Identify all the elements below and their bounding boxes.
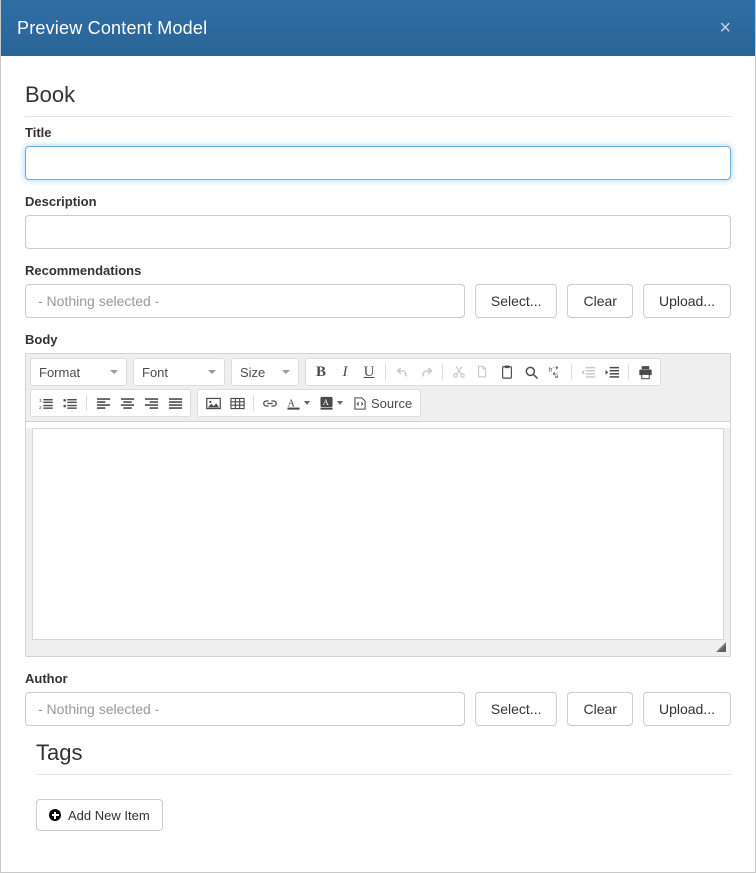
replace-icon[interactable]: b a (543, 361, 567, 383)
dialog-title: Preview Content Model (17, 18, 207, 39)
chevron-down-icon (337, 401, 343, 405)
rich-text-editor: Format Font Size (25, 353, 731, 657)
background-color-icon[interactable]: A (315, 392, 348, 414)
size-dropdown[interactable]: Size (231, 358, 299, 386)
author-select-button[interactable]: Select... (475, 692, 558, 726)
align-center-icon[interactable] (115, 392, 139, 414)
author-label: Author (25, 671, 731, 686)
author-upload-button[interactable]: Upload... (643, 692, 731, 726)
add-new-item-button[interactable]: Add New Item (36, 799, 163, 831)
recommendations-input[interactable] (25, 284, 465, 318)
undo-icon[interactable] (390, 361, 414, 383)
chevron-down-icon (208, 370, 216, 374)
svg-text:A: A (323, 397, 329, 406)
editor-content-shell (26, 428, 730, 656)
insert-group: A A (197, 389, 421, 417)
image-icon[interactable] (201, 392, 225, 414)
field-recommendations: Recommendations Select... Clear Upload..… (25, 263, 731, 318)
italic-icon[interactable]: I (333, 361, 357, 383)
dialog-header: Preview Content Model × (1, 0, 755, 56)
align-left-icon[interactable] (91, 392, 115, 414)
recommendations-upload-button[interactable]: Upload... (643, 284, 731, 318)
field-body: Body Format Font Siz (25, 332, 731, 657)
description-input[interactable] (25, 215, 731, 249)
toolbar-separator (86, 395, 87, 411)
preview-content-model-dialog: Preview Content Model × Book Title Descr… (0, 0, 756, 873)
editor-toolbar-row-2: 1 2 (30, 389, 726, 417)
toolbar-separator (385, 364, 386, 380)
author-input[interactable] (25, 692, 465, 726)
print-icon[interactable] (633, 361, 657, 383)
chevron-down-icon (304, 401, 310, 405)
justify-icon[interactable] (163, 392, 187, 414)
svg-text:b: b (548, 366, 552, 373)
underline-icon[interactable]: U (357, 361, 381, 383)
copy-icon[interactable] (471, 361, 495, 383)
chevron-down-icon (110, 370, 118, 374)
numbered-list-icon[interactable]: 1 2 (34, 392, 58, 414)
source-button[interactable]: Source (348, 392, 417, 414)
format-dropdown[interactable]: Format (30, 358, 127, 386)
format-dropdown-label: Format (39, 365, 80, 380)
size-dropdown-label: Size (240, 365, 265, 380)
toolbar-separator (628, 364, 629, 380)
author-clear-button[interactable]: Clear (567, 692, 632, 726)
outdent-icon[interactable] (576, 361, 600, 383)
recommendations-label: Recommendations (25, 263, 731, 278)
field-description: Description (25, 194, 731, 249)
toolbar-separator (442, 364, 443, 380)
table-icon[interactable] (225, 392, 249, 414)
find-icon[interactable] (519, 361, 543, 383)
chevron-down-icon (282, 370, 290, 374)
editor-toolbar-row-1: Format Font Size (30, 358, 726, 386)
font-dropdown[interactable]: Font (133, 358, 225, 386)
source-icon (353, 396, 367, 411)
field-title: Title (25, 125, 731, 180)
bold-icon[interactable]: B (309, 361, 333, 383)
author-picker: Select... Clear Upload... (25, 692, 731, 726)
toolbar-separator (253, 395, 254, 411)
description-label: Description (25, 194, 731, 209)
toolbar-separator (571, 364, 572, 380)
dialog-body: Book Title Description Recommendations S… (1, 56, 755, 872)
add-new-item-label: Add New Item (68, 808, 150, 823)
link-icon[interactable] (258, 392, 282, 414)
list-align-group: 1 2 (30, 389, 191, 417)
paste-icon[interactable] (495, 361, 519, 383)
redo-icon[interactable] (414, 361, 438, 383)
tags-section-title: Tags (36, 740, 731, 775)
field-author: Author Select... Clear Upload... (25, 671, 731, 726)
title-input[interactable] (25, 146, 731, 180)
recommendations-picker: Select... Clear Upload... (25, 284, 731, 318)
source-button-label: Source (371, 396, 412, 411)
text-style-group: B I U (305, 358, 661, 386)
recommendations-clear-button[interactable]: Clear (567, 284, 632, 318)
recommendations-select-button[interactable]: Select... (475, 284, 558, 318)
indent-icon[interactable] (600, 361, 624, 383)
text-color-icon[interactable]: A (282, 392, 315, 414)
plus-circle-icon (49, 809, 61, 821)
body-label: Body (25, 332, 731, 347)
close-icon[interactable]: × (713, 14, 737, 42)
title-label: Title (25, 125, 731, 140)
svg-text:a: a (554, 373, 558, 380)
resize-grip-icon[interactable] (715, 641, 727, 653)
cut-icon[interactable] (447, 361, 471, 383)
svg-text:2: 2 (39, 404, 42, 410)
svg-text:1: 1 (39, 398, 42, 404)
page-title: Book (25, 82, 731, 117)
bulleted-list-icon[interactable] (58, 392, 82, 414)
align-right-icon[interactable] (139, 392, 163, 414)
font-dropdown-label: Font (142, 365, 168, 380)
editor-toolbar: Format Font Size (26, 354, 730, 422)
body-editor-area[interactable] (32, 428, 724, 640)
